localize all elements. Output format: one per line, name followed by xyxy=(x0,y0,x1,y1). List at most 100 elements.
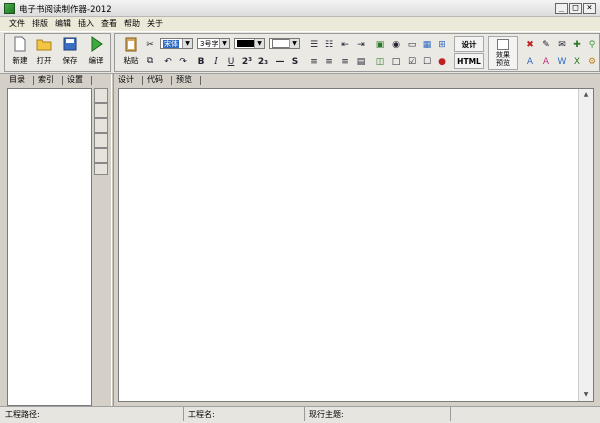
minimize-button[interactable]: _ xyxy=(555,3,568,14)
font-name-select[interactable]: 宋体 ▼ xyxy=(160,38,193,49)
tab-design[interactable]: 设计 xyxy=(118,74,134,86)
new-button[interactable]: 新建 xyxy=(7,36,33,70)
align-right-icon[interactable]: ≡ xyxy=(338,55,352,69)
preview-button[interactable]: 效果预览 xyxy=(488,36,518,70)
status-project-name: 工程名: xyxy=(188,410,215,419)
tree-action-button[interactable] xyxy=(94,103,108,118)
insert-frame-icon[interactable]: ▭ xyxy=(405,38,419,52)
chevron-down-icon: ▼ xyxy=(254,39,264,48)
save-disk-icon xyxy=(62,36,78,52)
open-button[interactable]: 打开 xyxy=(31,36,57,70)
color-swatch xyxy=(237,40,254,47)
editor-area[interactable] xyxy=(118,88,594,402)
compile-button[interactable]: 编译 xyxy=(83,36,109,70)
scroll-up-icon[interactable]: ▲ xyxy=(579,89,593,101)
tree-action-button[interactable] xyxy=(94,148,108,163)
close-button[interactable]: × xyxy=(583,3,596,14)
strikethrough-button[interactable]: S xyxy=(288,55,302,69)
undo-icon[interactable]: ↶ xyxy=(161,55,175,69)
tab-preview[interactable]: 预览 xyxy=(176,74,192,86)
tree-action-button[interactable] xyxy=(94,163,108,175)
insert-flash-icon[interactable]: ● xyxy=(435,55,449,69)
tab-divider xyxy=(33,76,34,85)
chevron-down-icon: ▼ xyxy=(182,39,192,48)
play-triangle-icon xyxy=(88,36,104,52)
scroll-down-icon[interactable]: ▼ xyxy=(579,389,593,401)
superscript-button[interactable]: 2³ xyxy=(240,55,254,69)
insert-form-icon[interactable]: ◫ xyxy=(373,55,387,69)
contents-tree[interactable] xyxy=(7,88,92,406)
indent-icon[interactable]: ⇥ xyxy=(354,38,368,52)
status-divider xyxy=(183,407,184,421)
tab-code[interactable]: 代码 xyxy=(147,74,163,86)
bold-button[interactable]: B xyxy=(194,55,208,69)
link-icon[interactable]: ⚲ xyxy=(585,38,599,52)
text-style-icon[interactable]: A xyxy=(523,55,537,69)
insert-image-icon[interactable]: ▣ xyxy=(373,38,387,52)
menu-edit[interactable]: 编辑 xyxy=(55,18,71,29)
cut-icon[interactable]: ✂ xyxy=(143,38,157,52)
folder-open-icon xyxy=(36,36,52,52)
redo-icon[interactable]: ↷ xyxy=(176,55,190,69)
app-icon xyxy=(4,3,15,14)
menu-help[interactable]: 帮助 xyxy=(124,18,140,29)
insert-table-icon[interactable]: ▦ xyxy=(420,38,434,52)
menu-layout[interactable]: 排版 xyxy=(32,18,48,29)
horizontal-rule-button[interactable]: — xyxy=(273,55,287,69)
status-current-theme: 现行主题: xyxy=(309,410,344,419)
word-doc-icon[interactable]: W xyxy=(555,55,569,69)
pen-icon[interactable]: ✎ xyxy=(539,38,553,52)
insert-media-icon[interactable]: ◉ xyxy=(389,38,403,52)
background-color-select[interactable]: ▼ xyxy=(269,38,300,49)
preview-icon xyxy=(497,39,509,50)
tab-divider xyxy=(171,76,172,85)
insert-checkbox-icon[interactable]: ☑ xyxy=(405,55,419,69)
tree-action-button[interactable] xyxy=(94,88,108,103)
menu-insert[interactable]: 插入 xyxy=(78,18,94,29)
insert-textbox-icon[interactable]: □ xyxy=(389,55,403,69)
align-center-icon[interactable]: ≡ xyxy=(322,55,336,69)
justify-icon[interactable]: ▤ xyxy=(354,55,368,69)
insert-grid-icon[interactable]: ⊞ xyxy=(435,38,449,52)
status-divider xyxy=(450,407,451,421)
tab-index[interactable]: 索引 xyxy=(38,74,54,86)
excel-doc-icon[interactable]: X xyxy=(570,55,584,69)
editor-scrollbar[interactable] xyxy=(578,89,593,401)
italic-button[interactable]: I xyxy=(209,55,223,69)
settings-icon[interactable]: ⚙ xyxy=(585,55,599,69)
new-file-icon xyxy=(12,36,28,52)
subscript-button[interactable]: 2₃ xyxy=(256,55,270,69)
insert-radio-icon[interactable]: ☐ xyxy=(420,55,434,69)
font-color-select[interactable]: ▼ xyxy=(234,38,265,49)
html-mode-button[interactable]: HTML xyxy=(454,53,484,69)
align-left-icon[interactable]: ≡ xyxy=(307,55,321,69)
tab-divider xyxy=(142,76,143,85)
paste-button[interactable]: 粘贴 xyxy=(118,36,144,70)
tree-action-button[interactable] xyxy=(94,118,108,133)
tab-divider xyxy=(91,76,92,85)
underline-button[interactable]: U xyxy=(224,55,238,69)
status-divider xyxy=(304,407,305,421)
chevron-down-icon: ▼ xyxy=(219,39,229,48)
delete-icon[interactable]: ✖ xyxy=(523,38,537,52)
copy-icon[interactable]: ⧉ xyxy=(143,54,157,68)
design-mode-button[interactable]: 设计 xyxy=(454,36,484,52)
font-size-select[interactable]: 3号字 ▼ xyxy=(197,38,230,49)
panel-splitter[interactable] xyxy=(111,74,114,406)
bullet-list-icon[interactable]: ☷ xyxy=(322,38,336,52)
tab-contents[interactable]: 目录 xyxy=(9,74,25,86)
save-button[interactable]: 保存 xyxy=(57,36,83,70)
numbered-list-icon[interactable]: ☰ xyxy=(307,38,321,52)
envelope-icon[interactable]: ✉ xyxy=(555,38,569,52)
tab-divider xyxy=(62,76,63,85)
plugin-icon[interactable]: ✚ xyxy=(570,38,584,52)
menu-view[interactable]: 查看 xyxy=(101,18,117,29)
menu-file[interactable]: 文件 xyxy=(9,18,25,29)
status-bar xyxy=(0,406,600,423)
tab-settings[interactable]: 设置 xyxy=(67,74,83,86)
text-effect-icon[interactable]: A xyxy=(539,55,553,69)
outdent-icon[interactable]: ⇤ xyxy=(338,38,352,52)
tree-action-button[interactable] xyxy=(94,133,108,148)
maximize-button[interactable]: □ xyxy=(569,3,582,14)
menu-about[interactable]: 关于 xyxy=(147,18,163,29)
